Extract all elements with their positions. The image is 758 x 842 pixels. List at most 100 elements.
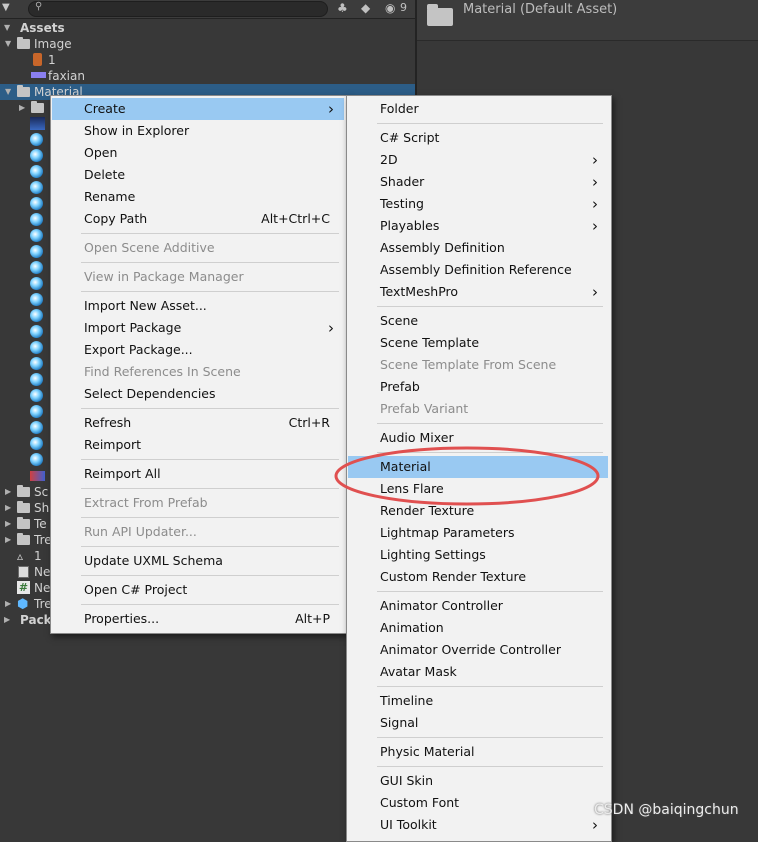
menu-item-custom-font[interactable]: Custom Font [348,792,608,814]
material-sphere-icon [30,245,43,258]
menu-item-timeline[interactable]: Timeline [348,690,608,712]
expand-triangle-icon[interactable]: ▼ [5,36,11,52]
menu-item-lens-flare[interactable]: Lens Flare [348,478,608,500]
menu-item-label: 2D [380,152,398,167]
menu-item-delete[interactable]: Delete [52,164,344,186]
collapse-triangle-icon[interactable]: ▶ [19,100,25,116]
menu-item-refresh[interactable]: Refresh Ctrl+R [52,412,344,434]
menu-separator [377,766,603,767]
menu-item-assembly-definition[interactable]: Assembly Definition [348,237,608,259]
menu-item-textmeshpro[interactable]: TextMeshPro › [348,281,608,303]
menu-item-reimport-all[interactable]: Reimport All [52,463,344,485]
menu-separator [81,459,339,460]
menu-item-ui-toolkit[interactable]: UI Toolkit › [348,814,608,836]
material-sphere-icon [30,149,43,162]
image-asset-faxian[interactable]: faxian [0,68,415,84]
menu-item-animation[interactable]: Animation [348,617,608,639]
menu-item-label: Open [84,145,118,160]
image-folder[interactable]: ▼ Image [0,36,415,52]
menu-item-label: Prefab Variant [380,401,469,416]
menu-item-physic-material[interactable]: Physic Material [348,741,608,763]
menu-item-scene[interactable]: Scene [348,310,608,332]
scene-filter-icon[interactable]: ♣ [337,1,348,15]
menu-item-audio-mixer[interactable]: Audio Mixer [348,427,608,449]
image-asset-1[interactable]: 1 [0,52,415,68]
inspector-title: Material (Default Asset) [463,2,618,17]
menu-item-label: Extract From Prefab [84,495,208,510]
menu-item-animator-override-controller[interactable]: Animator Override Controller [348,639,608,661]
menu-separator [81,488,339,489]
menu-item-label: Avatar Mask [380,664,457,679]
menu-item-animator-controller[interactable]: Animator Controller [348,595,608,617]
visibility-icon[interactable]: ◉ [385,1,395,15]
submenu-arrow-icon: › [328,100,334,118]
search-input[interactable]: ⚲ [28,1,328,17]
collapse-triangle-icon[interactable]: ▼ [4,20,10,36]
menu-item-label: Timeline [380,693,434,708]
menu-separator [81,291,339,292]
menu-separator [377,423,603,424]
menu-item-prefab[interactable]: Prefab [348,376,608,398]
menu-item-render-texture[interactable]: Render Texture [348,500,608,522]
menu-item-properties[interactable]: Properties... Alt+P [52,608,344,630]
menu-item-import-package[interactable]: Import Package › [52,317,344,339]
menu-item-c-script[interactable]: C# Script [348,127,608,149]
collapse-triangle-icon[interactable]: ▶ [5,596,11,612]
menu-item-label: Animator Controller [380,598,503,613]
label-filter-icon[interactable]: ◆ [361,1,370,15]
menu-item-signal[interactable]: Signal [348,712,608,734]
menu-item-update-uxml-schema[interactable]: Update UXML Schema [52,550,344,572]
menu-item-label: Scene Template [380,335,480,350]
menu-item-lighting-settings[interactable]: Lighting Settings [348,544,608,566]
menu-item-gui-skin[interactable]: GUI Skin [348,770,608,792]
menu-item-label: Physic Material [380,744,475,759]
menu-item-lightmap-parameters[interactable]: Lightmap Parameters [348,522,608,544]
menu-item-select-dependencies[interactable]: Select Dependencies [52,383,344,405]
menu-item-folder[interactable]: Folder [348,98,608,120]
menu-item-label: Animation [380,620,444,635]
assets-root[interactable]: ▼ Assets [0,20,415,36]
menu-item-create[interactable]: Create › [52,98,344,120]
material-sphere-icon [30,341,43,354]
create-dropdown-icon[interactable]: ▼ [2,2,10,13]
material-sphere-icon [30,133,43,146]
menu-item-copy-path[interactable]: Copy Path Alt+Ctrl+C [52,208,344,230]
collapse-triangle-icon[interactable]: ▶ [5,484,11,500]
text-file-icon [18,566,29,578]
menu-item-scene-template[interactable]: Scene Template [348,332,608,354]
menu-item-reimport[interactable]: Reimport [52,434,344,456]
collapse-triangle-icon[interactable]: ▶ [5,532,11,548]
menu-item-label: C# Script [380,130,440,145]
menu-item-open[interactable]: Open [52,142,344,164]
menu-item-playables[interactable]: Playables › [348,215,608,237]
menu-item-shader[interactable]: Shader › [348,171,608,193]
collapse-triangle-icon[interactable]: ▶ [5,500,11,516]
menu-item-extract-from-prefab: Extract From Prefab [52,492,344,514]
collapse-triangle-icon[interactable]: ▶ [5,516,11,532]
menu-item-export-package[interactable]: Export Package... [52,339,344,361]
menu-item-show-in-explorer[interactable]: Show in Explorer [52,120,344,142]
expand-triangle-icon[interactable]: ▼ [5,84,11,100]
menu-item-testing[interactable]: Testing › [348,193,608,215]
menu-item-2d[interactable]: 2D › [348,149,608,171]
menu-item-material[interactable]: Material [348,456,608,478]
menu-item-rename[interactable]: Rename [52,186,344,208]
menu-separator [81,546,339,547]
menu-item-label: Update UXML Schema [84,553,223,568]
menu-item-custom-render-texture[interactable]: Custom Render Texture [348,566,608,588]
menu-item-label: Import New Asset... [84,298,207,313]
menu-item-prefab-variant: Prefab Variant [348,398,608,420]
menu-item-label: TextMeshPro [380,284,459,299]
submenu-arrow-icon: › [328,319,334,337]
menu-item-avatar-mask[interactable]: Avatar Mask [348,661,608,683]
folder-icon [17,485,30,497]
menu-item-label: Show in Explorer [84,123,190,138]
menu-item-assembly-definition-reference[interactable]: Assembly Definition Reference [348,259,608,281]
menu-item-import-new-asset[interactable]: Import New Asset... [52,295,344,317]
menu-item-label: Audio Mixer [380,430,454,445]
menu-item-open-c-project[interactable]: Open C# Project [52,579,344,601]
menu-item-shortcut: Ctrl+R [288,415,330,430]
menu-item-label: Render Texture [380,503,475,518]
collapse-triangle-icon[interactable]: ▶ [4,612,10,628]
menu-item-label: Find References In Scene [84,364,241,379]
